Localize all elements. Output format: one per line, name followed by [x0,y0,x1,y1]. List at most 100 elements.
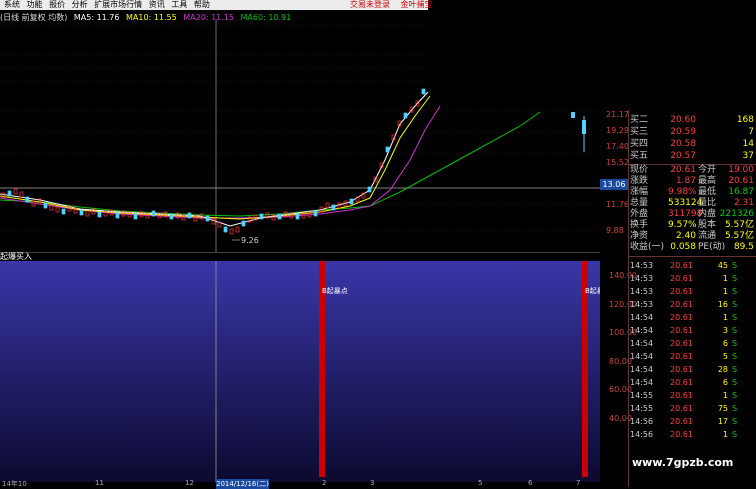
trade-row: 14:56 20.61 17 S [628,415,756,428]
menu-item-tools[interactable]: 工具 [171,0,187,10]
candlestick [55,206,60,213]
trade-row: 14:54 20.61 28 S [628,363,756,376]
menu-item-help[interactable]: 帮助 [194,0,210,10]
candlestick [13,188,18,195]
bid-price: 20.59 [670,127,696,137]
menu-item-function[interactable]: 功能 [27,0,43,10]
trade-qty: 6 [722,339,728,348]
trade-side: S [732,300,738,309]
subchart-bg [0,261,600,482]
candlestick [259,213,264,220]
bid-volume: 37 [742,151,754,161]
stat-label: 最高 [698,176,717,186]
stat-value: 0.058 [670,242,696,252]
trade-row: 14:56 20.61 1 S [628,428,756,441]
bid-label: 买三 [630,127,649,137]
candlestick [331,204,336,211]
trade-price: 20.61 [670,430,693,439]
menu-item-extended-market[interactable]: 扩展市场行情 [94,0,142,10]
trade-price: 20.61 [670,391,693,400]
bid-volume: 168 [736,115,754,125]
trade-side: S [732,313,738,322]
bid-row: 买四 20.58 14 [628,139,756,150]
stat-label: PE(动) [698,242,726,252]
stat-row: 收益(一) 0.058 PE(动) 89.5 [628,242,756,253]
stat-value: 2.31 [733,198,754,208]
stat-value: 533124 [668,198,703,208]
stat-label: 今开 [698,165,717,175]
bid-label: 买五 [630,151,649,161]
stat-row: 涨跌 1.87 最高 20.61 [628,176,756,187]
trade-price: 20.61 [670,378,693,387]
candlestick [169,213,174,220]
price-axis-tick: 21.17 [606,110,629,119]
trade-row: 14:54 20.61 3 S [628,324,756,337]
trade-time: 14:55 [630,404,654,413]
stat-value: 1.87 [675,176,696,186]
trade-qty: 5 [722,352,728,361]
stat-value: 9.57% [668,220,697,230]
jinye-link[interactable]: 金叶捕宝 [401,0,433,9]
trade-time: 14:54 [630,365,654,374]
date-tick: 11 [95,479,104,487]
trade-time: 14:54 [630,352,654,361]
panel-divider [628,256,756,257]
trade-qty: 1 [722,313,728,322]
stat-label: 现价 [630,165,649,175]
low-marker: 9.26 [232,236,259,245]
trade-price: 20.61 [670,287,693,296]
menu-item-system[interactable]: 系统 [4,0,20,10]
trade-qty: 1 [722,391,728,400]
price-axis-tick: 9.88 [606,226,624,235]
bid-label: 买四 [630,139,649,149]
kline-svg: 9.26 [0,20,600,252]
stat-row: 涨幅 9.98% 最低 16.87 [628,187,756,198]
trade-side: S [732,391,738,400]
trade-qty: 6 [722,378,728,387]
low-marker-label: 9.26 [241,236,259,245]
date-tick: 12 [185,479,194,487]
trade-qty: 1 [722,274,728,283]
trade-time: 14:55 [630,391,654,400]
menu-item-analysis[interactable]: 分析 [72,0,88,10]
candlestick [43,202,48,209]
trade-row: 14:53 20.61 45 S [628,259,756,272]
candlestick [187,212,192,219]
trade-time: 14:54 [630,339,654,348]
trade-row: 14:53 20.61 1 S [628,285,756,298]
grid-lines [0,25,600,231]
trade-side: S [732,326,738,335]
trade-row: 14:54 20.61 1 S [628,311,756,324]
stat-value: 5.57亿 [724,220,754,230]
stat-label: 收益(一) [630,242,665,252]
trade-row: 14:53 20.61 16 S [628,298,756,311]
kline-chart[interactable]: 9.26 [0,20,600,252]
stat-label: 换手 [630,220,649,230]
right-candle [571,112,575,118]
trade-row: 14:54 20.61 5 S [628,350,756,363]
trade-side: S [732,430,738,439]
trade-price: 20.61 [670,404,693,413]
indicator-subchart[interactable]: B起暴点 B起暴 [0,261,600,482]
signal-label-2: B起暴 [585,287,600,295]
trade-login-link[interactable]: 交易未登录 [350,0,390,9]
date-axis: 14年10 11 12 2014/12/16(二) 2 3 5 6 7 [0,479,600,489]
candlestick [421,88,426,95]
ma60-line [0,111,541,217]
bid-row: 买三 20.59 7 [628,127,756,138]
trade-time: 14:54 [630,378,654,387]
trade-qty: 1 [722,430,728,439]
candlestick [115,212,120,219]
candlestick [85,210,90,217]
candlestick [133,213,138,220]
subchart-svg: B起暴点 B起暴 [0,261,600,482]
menu-item-quote[interactable]: 报价 [49,0,65,10]
trade-price: 20.61 [670,300,693,309]
trade-side: S [732,287,738,296]
trade-time: 14:54 [630,313,654,322]
candlestick [151,210,156,217]
trade-time: 14:53 [630,300,654,309]
menu-item-info[interactable]: 资讯 [149,0,165,10]
price-axis-tick: 15.52 [606,158,629,167]
ma5-line [0,91,429,227]
